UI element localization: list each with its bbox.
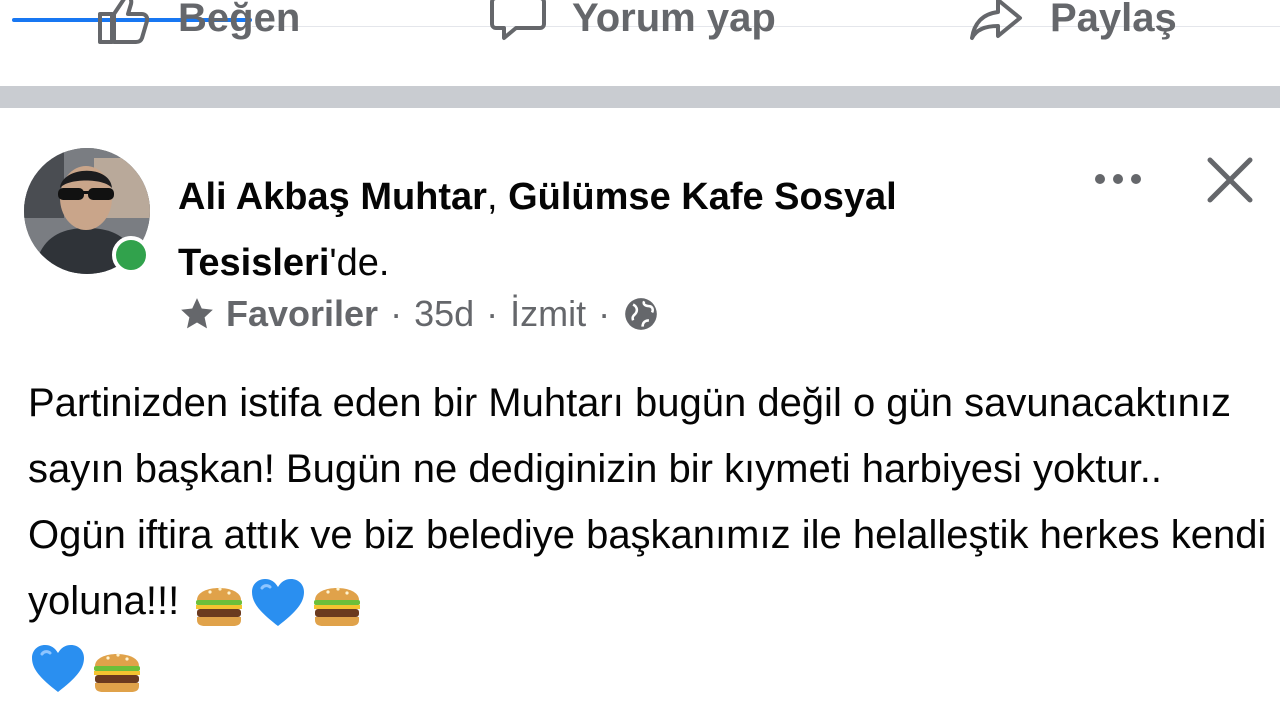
share-icon (968, 0, 1024, 46)
post-body: Partinizden istifa eden bir Muhtarı bugü… (28, 370, 1268, 700)
post-timestamp[interactable]: 35d (414, 293, 474, 335)
like-button[interactable]: Beğen (96, 0, 300, 48)
meta-separator: · (598, 293, 611, 334)
meta-separator: · (486, 293, 499, 334)
post-header-text: Ali Akbaş Muhtar, Gülümse Kafe Sosyal Te… (178, 164, 998, 296)
feed-divider (0, 86, 1280, 108)
online-status-indicator (112, 236, 150, 274)
close-icon[interactable] (1204, 154, 1256, 206)
globe-icon (622, 295, 660, 333)
audience-favorites-label[interactable]: Favoriler (226, 293, 378, 335)
blue-heart-emoji-icon (250, 576, 306, 630)
comment-button[interactable]: Yorum yap (490, 0, 776, 48)
comment-icon (490, 0, 546, 46)
like-icon (96, 0, 152, 46)
place-suffix: 'de. (329, 242, 390, 284)
post-action-bar: Beğen Yorum yap Paylaş (0, 0, 1280, 86)
more-options-icon[interactable] (1088, 164, 1148, 194)
post-meta: Favoriler · 35d · İzmit · (178, 292, 660, 336)
author-separator: , (486, 176, 509, 218)
share-label: Paylaş (1050, 0, 1177, 40)
post-location[interactable]: İzmit (510, 293, 586, 335)
burger-emoji-icon (90, 642, 144, 696)
author-name-link[interactable]: Ali Akbaş Muhtar (178, 176, 487, 218)
share-button[interactable]: Paylaş (968, 0, 1177, 48)
blue-heart-emoji-icon (30, 642, 86, 696)
meta-separator: · (390, 293, 403, 334)
star-icon (178, 295, 216, 333)
burger-emoji-icon (192, 576, 246, 630)
feed-post: Ali Akbaş Muhtar, Gülümse Kafe Sosyal Te… (0, 108, 1280, 720)
comment-label: Yorum yap (572, 0, 776, 40)
like-label: Beğen (178, 0, 301, 40)
burger-emoji-icon (310, 576, 364, 630)
